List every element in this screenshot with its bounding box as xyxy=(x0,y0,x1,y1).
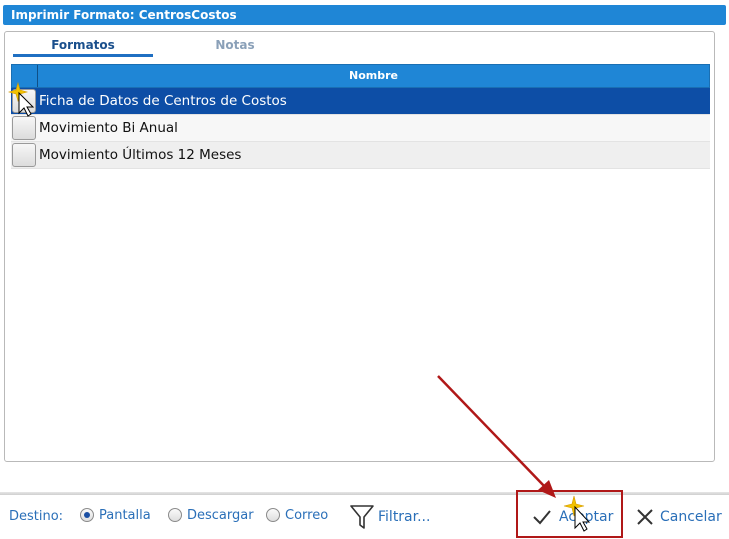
row-checkbox[interactable] xyxy=(12,116,36,140)
formats-grid: Nombre Ficha de Datos de Centros de Cost… xyxy=(11,64,710,169)
cancel-button[interactable]: Cancelar xyxy=(660,509,722,525)
radio-descargar[interactable] xyxy=(168,508,182,522)
radio-pantalla-label[interactable]: Pantalla xyxy=(99,508,151,523)
table-row[interactable]: Movimiento Bi Anual xyxy=(11,115,710,142)
tab-strip: Formatos Notas xyxy=(5,32,714,58)
accept-button[interactable]: Aceptar xyxy=(559,509,613,525)
tab-formatos-label: Formatos xyxy=(51,38,115,52)
radio-correo[interactable] xyxy=(266,508,280,522)
row-name: Movimiento Bi Anual xyxy=(39,120,178,136)
row-name: Movimiento Últimos 12 Meses xyxy=(39,147,242,163)
tab-notas[interactable]: Notas xyxy=(165,38,305,57)
radio-correo-label[interactable]: Correo xyxy=(285,508,328,523)
window-title-bar: Imprimir Formato: CentrosCostos xyxy=(3,5,726,25)
radio-descargar-label[interactable]: Descargar xyxy=(187,508,254,523)
tab-formatos[interactable]: Formatos xyxy=(13,38,153,57)
check-icon[interactable] xyxy=(532,508,552,526)
close-icon[interactable] xyxy=(636,508,654,526)
row-checkbox[interactable] xyxy=(12,143,36,167)
grid-header-check-column xyxy=(12,65,38,87)
destino-label: Destino: xyxy=(9,509,64,524)
row-name: Ficha de Datos de Centros de Costos xyxy=(39,93,287,109)
footer-bar: Destino: Pantalla Descargar Correo Filtr… xyxy=(0,490,729,539)
column-header-nombre[interactable]: Nombre xyxy=(38,65,709,87)
filter-icon[interactable] xyxy=(349,503,375,531)
filter-button[interactable]: Filtrar... xyxy=(378,509,430,525)
tab-notas-label: Notas xyxy=(215,38,255,52)
window-title: Imprimir Formato: CentrosCostos xyxy=(11,8,237,22)
table-row[interactable]: Ficha de Datos de Centros de Costos xyxy=(11,88,710,115)
main-panel: Formatos Notas Nombre Ficha de Datos de … xyxy=(4,31,715,462)
grid-header: Nombre xyxy=(11,64,710,88)
radio-pantalla[interactable] xyxy=(80,508,94,522)
table-row[interactable]: Movimiento Últimos 12 Meses xyxy=(11,142,710,169)
row-checkbox[interactable] xyxy=(12,89,36,113)
